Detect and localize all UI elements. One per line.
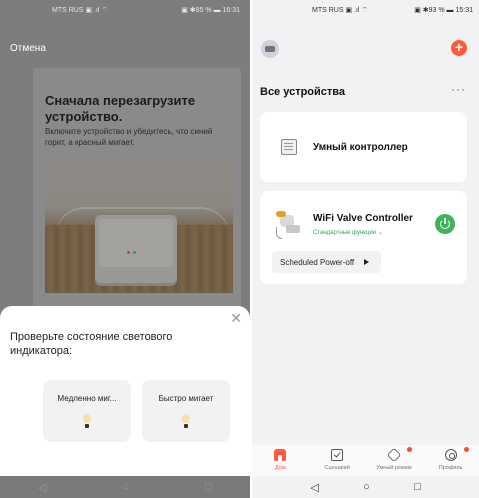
screenshot-root: MTS RUS ▣ .ıl ⌔ ▣ ✱85 % ▬ 16:31 Отмена С… <box>0 0 479 498</box>
option-fast-blink[interactable]: Быстро мигает <box>142 380 230 442</box>
add-device-button[interactable]: + <box>451 40 467 56</box>
tab-label: Профиль <box>438 465 463 471</box>
recent-apps-icon[interactable]: □ <box>414 481 421 493</box>
smart-mode-icon <box>386 447 402 463</box>
tab-label: Дом <box>275 465 286 471</box>
tab-label: Сценарий <box>324 465 350 471</box>
bulb-icon <box>81 414 93 430</box>
device-photo <box>45 155 233 293</box>
card-title: Сначала перезагрузите устройство. <box>45 93 196 124</box>
cancel-button[interactable]: Отмена <box>10 43 46 54</box>
card-description: Включите устройство и убедитесь, что син… <box>45 127 213 147</box>
scheduled-power-off-button[interactable]: Scheduled Power-off <box>272 251 381 273</box>
scheduled-power-off-label: Scheduled Power-off <box>280 257 355 267</box>
tab-profile[interactable]: Профиль <box>423 445 479 476</box>
bulb-icon <box>180 414 192 430</box>
red-led-indicator <box>127 251 130 254</box>
hub-device-graphic <box>95 215 177 283</box>
status-battery-time: ▣ ✱85 % ▬ 16:31 <box>181 7 240 14</box>
standard-functions-link[interactable]: Стандартные функции ⌄ <box>313 229 383 236</box>
tab-smart-mode[interactable]: Умный режим <box>366 445 422 476</box>
recent-apps-icon[interactable]: □ <box>205 481 212 493</box>
right-phone-screen: MTS RUS ▣ .ıl ⌔ ▣ ✱93 % ▬ 15:31 + Все ус… <box>252 0 479 498</box>
home-nav-icon[interactable]: ○ <box>363 481 370 493</box>
power-toggle-icon[interactable] <box>435 214 455 234</box>
device-name: Умный контроллер <box>313 142 408 153</box>
sheet-title: Проверьте состояние светового индикатора… <box>10 331 173 357</box>
play-icon <box>364 259 370 265</box>
close-icon[interactable]: ✕ <box>230 310 242 327</box>
status-battery-time: ▣ ✱93 % ▬ 15:31 <box>414 7 473 14</box>
option-label: Медленно миг... <box>57 394 117 403</box>
back-nav-icon[interactable]: ◁ <box>38 481 46 494</box>
system-nav-bar: ◁ ○ □ <box>0 476 250 498</box>
indicator-status-sheet: ✕ Проверьте состояние светового индикато… <box>0 306 250 476</box>
more-options-icon[interactable]: ··· <box>451 82 466 96</box>
status-bar: MTS RUS ▣ .ıl ⌔ ▣ ✱85 % ▬ 16:31 <box>0 0 250 20</box>
status-carrier: MTS RUS ▣ .ıl ⌔ <box>312 6 368 14</box>
tab-label: Умный режим <box>376 465 412 471</box>
home-nav-icon[interactable]: ○ <box>123 481 130 493</box>
reset-instruction-card: Сначала перезагрузите устройство. Включи… <box>33 68 241 308</box>
profile-icon <box>444 449 457 461</box>
scenario-icon <box>331 449 344 461</box>
system-nav-bar: ◁ ○ □ <box>252 476 479 498</box>
device-card-valve-controller[interactable]: WiFi Valve Controller Стандартные функци… <box>260 191 467 284</box>
option-label: Быстро мигает <box>158 394 214 403</box>
option-slow-blink[interactable]: Медленно миг... <box>43 380 131 442</box>
device-name: WiFi Valve Controller <box>313 213 413 224</box>
status-bar: MTS RUS ▣ .ıl ⌔ ▣ ✱93 % ▬ 15:31 <box>252 0 479 20</box>
home-icon <box>274 449 287 461</box>
tab-home[interactable]: Дом <box>252 445 308 476</box>
tab-scenario[interactable]: Сценарий <box>309 445 365 476</box>
status-carrier: MTS RUS ▣ .ıl ⌔ <box>52 6 108 14</box>
left-phone-screen: MTS RUS ▣ .ıl ⌔ ▣ ✱85 % ▬ 16:31 Отмена С… <box>0 0 250 498</box>
notification-badge <box>406 447 412 452</box>
controller-icon <box>281 139 297 155</box>
valve-icon <box>274 209 302 239</box>
section-title: Все устройства <box>260 86 346 98</box>
back-nav-icon[interactable]: ◁ <box>310 481 318 494</box>
device-card-smart-controller[interactable]: Умный контроллер <box>260 112 467 182</box>
home-avatar-icon[interactable] <box>261 40 279 58</box>
bottom-tab-bar: Дом Сценарий Умный режим Профиль <box>252 445 479 476</box>
blue-led-indicator <box>133 251 136 254</box>
notification-badge <box>463 447 469 452</box>
